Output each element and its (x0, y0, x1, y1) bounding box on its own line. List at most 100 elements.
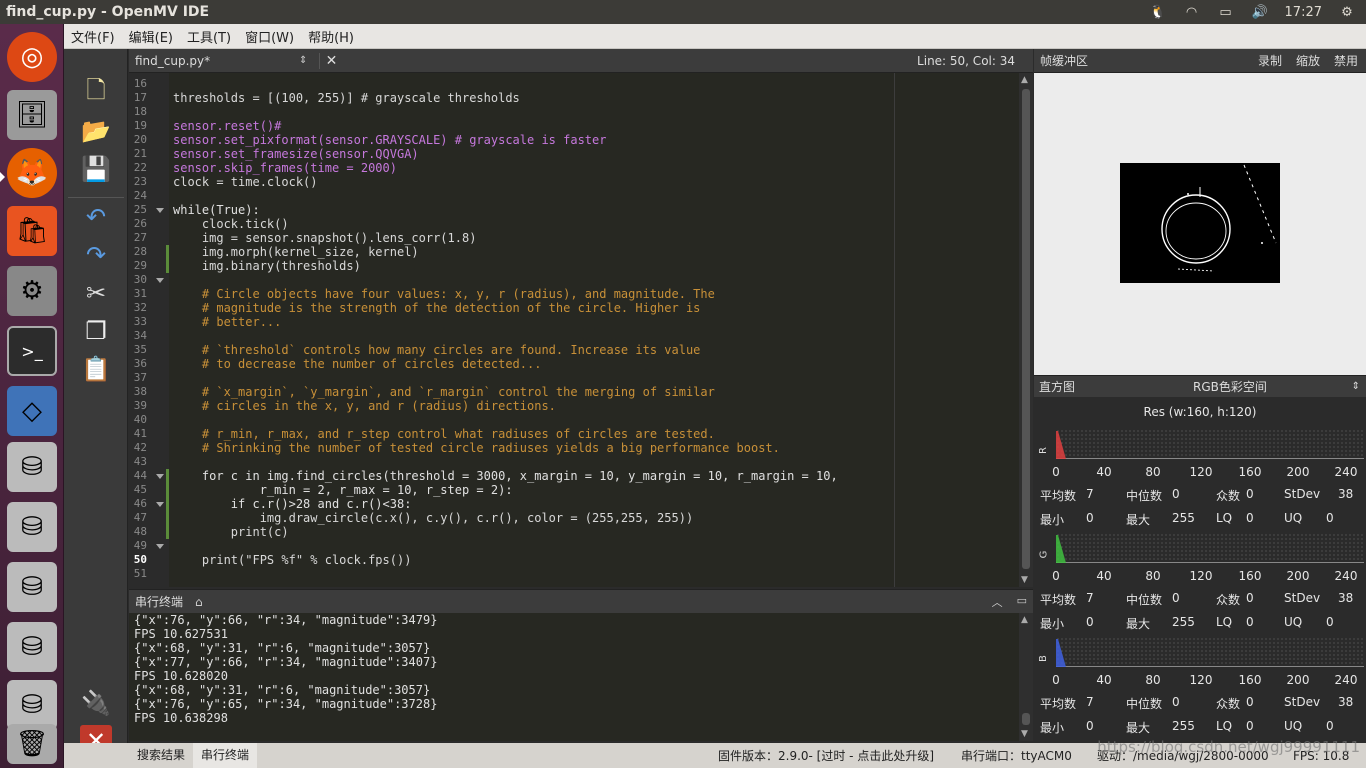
editor-scrollbar[interactable]: ▲ ▼ (1019, 73, 1033, 587)
collapse-icon[interactable]: ︿ (992, 594, 1003, 610)
openmv-ide-icon[interactable]: ◇ (7, 386, 57, 436)
tick-label: 240 (1334, 465, 1358, 479)
code-line[interactable]: img.draw_circle(c.x(), c.y(), c.r(), col… (173, 511, 693, 525)
terminal-line: FPS 10.628020 (134, 669, 228, 683)
serial-terminal-output[interactable]: {"x":76, "y":66, "r":34, "magnitude":347… (129, 613, 1019, 741)
menu-window[interactable]: 窗口(W) (238, 27, 301, 46)
code-line[interactable]: if c.r()>28 and c.r()<38: (173, 497, 412, 511)
scroll-up-icon[interactable]: ▲ (1021, 615, 1028, 625)
fold-toggle-icon[interactable] (156, 208, 164, 213)
tab-serial-terminal[interactable]: 串行终端 (193, 743, 258, 768)
menu-file[interactable]: 文件(F) (64, 27, 122, 46)
code-line[interactable]: clock.tick() (173, 217, 289, 231)
select-arrows-icon[interactable]: ⇕ (1352, 381, 1366, 392)
close-file-icon[interactable]: ✕ (319, 52, 343, 69)
copy-icon[interactable]: ❐ (80, 315, 112, 347)
drive-icon[interactable]: ⛁ (7, 562, 57, 612)
wifi-icon[interactable]: ◠ (1183, 5, 1201, 20)
terminal-icon[interactable]: >_ (7, 326, 57, 376)
ubuntu-dash-icon[interactable]: ◎ (7, 32, 57, 82)
zoom-button[interactable]: 缩放 (1296, 52, 1320, 69)
scroll-thumb[interactable] (1022, 89, 1030, 569)
code-line[interactable]: img = sensor.snapshot().lens_corr(1.8) (173, 231, 477, 245)
drive-icon[interactable]: ⛁ (7, 502, 57, 552)
stat-label: 中位数 (1126, 697, 1163, 711)
maximize-icon[interactable]: ▭ (1017, 594, 1027, 610)
drive-icon[interactable]: ⛁ (7, 442, 57, 492)
disable-button[interactable]: 禁用 (1334, 52, 1358, 69)
trash-icon[interactable]: 🗑 (7, 724, 57, 764)
stats-row: 最小 0 最大 255 LQ 0 UQ 0 (1040, 615, 1366, 631)
code-line[interactable]: thresholds = [(100, 255)] # grayscale th… (173, 91, 520, 105)
stat-value: 0 (1246, 719, 1254, 733)
code-line[interactable]: # Shrinking the number of tested circle … (173, 441, 780, 455)
tux-icon[interactable]: 🐧 (1149, 5, 1167, 20)
fold-toggle-icon[interactable] (156, 474, 164, 479)
framebuffer-title: 帧缓冲区 (1040, 54, 1089, 68)
code-line[interactable]: # magnitude is the strength of the detec… (173, 301, 701, 315)
code-line[interactable]: sensor.skip_frames(time = 2000) (173, 161, 397, 175)
file-selector-arrows-icon[interactable]: ⇕ (299, 55, 319, 66)
menu-edit[interactable]: 编辑(E) (122, 27, 180, 46)
fold-toggle-icon[interactable] (156, 278, 164, 283)
files-icon[interactable]: 🗄 (7, 90, 57, 140)
stat-value: 0 (1246, 615, 1254, 629)
fold-toggle-icon[interactable] (156, 544, 164, 549)
camera-frame[interactable] (1120, 163, 1280, 283)
fold-toggle-icon[interactable] (156, 502, 164, 507)
code-line[interactable]: while(True): (173, 203, 260, 217)
code-line[interactable]: for c in img.find_circles(threshold = 30… (173, 469, 838, 483)
drive-icon[interactable]: ⛁ (7, 622, 57, 672)
tick-label: 120 (1189, 465, 1213, 479)
tick-label: 0 (1052, 465, 1060, 479)
file-selector[interactable]: find_cup.py* (129, 54, 299, 68)
new-file-icon[interactable]: 🗋 (80, 76, 112, 109)
open-folder-icon[interactable]: 📂 (80, 115, 112, 147)
undo-icon[interactable]: ↶ (80, 201, 112, 233)
record-button[interactable]: 录制 (1258, 52, 1282, 69)
code-line[interactable]: # `threshold` controls how many circles … (173, 343, 701, 357)
save-icon[interactable]: 💾 (80, 153, 112, 185)
firmware-version[interactable]: 固件版本：2.9.0- [过时 - 点击此处升级] (718, 747, 934, 764)
stat-value: 0 (1172, 695, 1180, 709)
code-line[interactable]: print(c) (173, 525, 289, 539)
code-line[interactable]: r_min = 2, r_max = 10, r_step = 2): (173, 483, 513, 497)
drive-icon[interactable]: ⛁ (7, 680, 57, 730)
code-line[interactable]: img.binary(thresholds) (173, 259, 361, 273)
code-line[interactable]: img.morph(kernel_size, kernel) (173, 245, 419, 259)
colorspace-select[interactable]: RGB色彩空间 (1193, 378, 1267, 395)
firefox-icon[interactable]: 🦊 (7, 148, 57, 198)
code-line[interactable]: sensor.set_framesize(sensor.QQVGA) (173, 147, 419, 161)
code-line[interactable]: print("FPS %f" % clock.fps()) (173, 553, 412, 567)
code-line[interactable]: sensor.set_pixformat(sensor.GRAYSCALE) #… (173, 133, 606, 147)
clock[interactable]: 17:27 (1285, 5, 1322, 20)
code-line[interactable]: # r_min, r_max, and r_step control what … (173, 427, 715, 441)
code-line[interactable]: # circles in the x, y, and r (radius) di… (173, 399, 556, 413)
tab-search-results[interactable]: 搜索结果 (129, 743, 193, 768)
code-line[interactable]: clock = time.clock() (173, 175, 318, 189)
code-line[interactable]: # `x_margin`, `y_margin`, and `r_margin`… (173, 385, 715, 399)
scroll-up-icon[interactable]: ▲ (1021, 75, 1028, 85)
scroll-down-icon[interactable]: ▼ (1021, 729, 1028, 739)
paste-icon[interactable]: 📋 (80, 353, 112, 385)
code-line[interactable]: # better... (173, 315, 281, 329)
software-center-icon[interactable]: 🛍 (7, 206, 57, 256)
system-settings-icon[interactable]: ⚙ (7, 266, 57, 316)
terminal-scrollbar[interactable]: ▲ ▼ (1019, 613, 1033, 741)
menu-tools[interactable]: 工具(T) (180, 27, 238, 46)
code-line[interactable]: # to decrease the number of circles dete… (173, 357, 542, 371)
redo-icon[interactable]: ↷ (80, 239, 112, 271)
cut-icon[interactable]: ✂ (80, 277, 112, 309)
scroll-down-icon[interactable]: ▼ (1021, 575, 1028, 585)
code-line[interactable]: # Circle objects have four values: x, y,… (173, 287, 715, 301)
scroll-thumb[interactable] (1022, 713, 1030, 725)
menu-help[interactable]: 帮助(H) (301, 27, 361, 46)
settings-gear-icon[interactable]: ⚙ (1338, 5, 1356, 20)
code-line[interactable]: sensor.reset()# (173, 119, 281, 133)
battery-icon[interactable]: ▭ (1217, 5, 1235, 20)
stat-value: 38 (1338, 487, 1354, 501)
connect-plug-icon[interactable]: 🔌 (80, 687, 112, 719)
code-editor[interactable]: thresholds = [(100, 255)] # grayscale th… (169, 73, 1019, 587)
volume-icon[interactable]: 🔊 (1251, 5, 1269, 20)
clear-terminal-icon[interactable]: ⌂ (195, 595, 203, 609)
